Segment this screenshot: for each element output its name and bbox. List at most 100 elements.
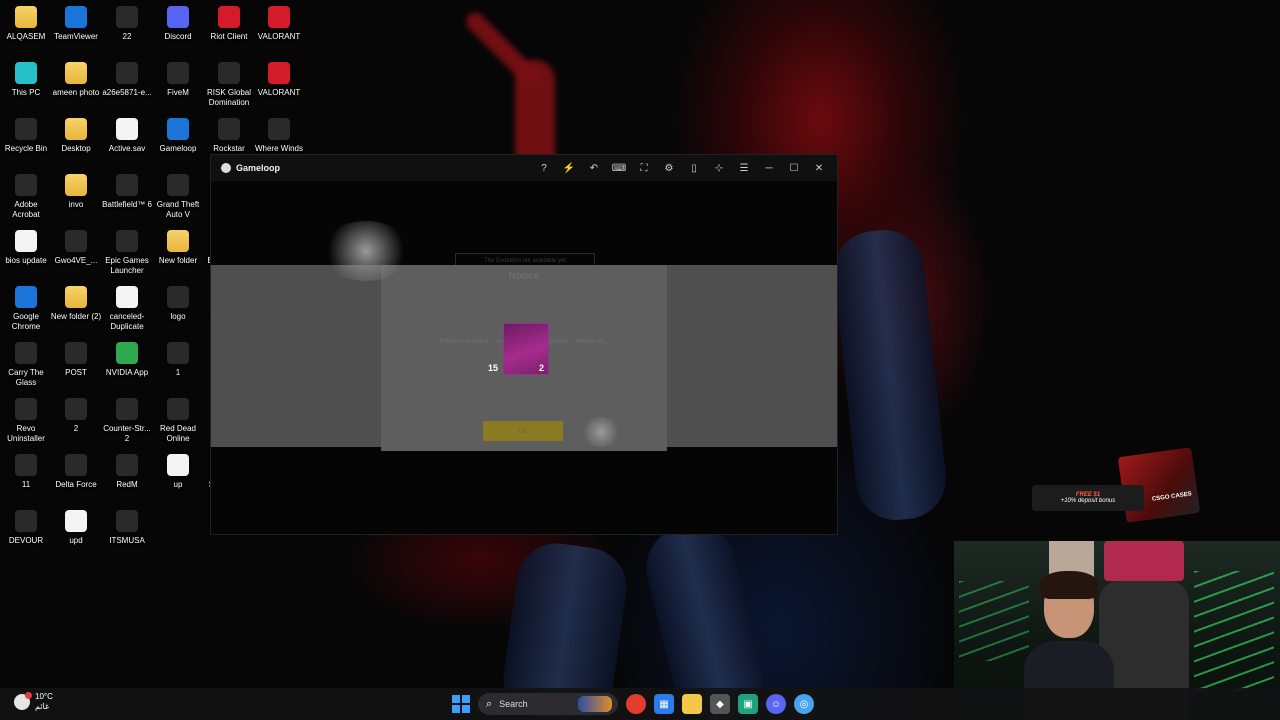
close-icon[interactable]: ✕ bbox=[811, 160, 827, 176]
desktop-icon[interactable]: invo bbox=[50, 168, 102, 210]
desktop-icon[interactable]: POST bbox=[50, 336, 102, 378]
desktop-icon[interactable]: ALQASEM bbox=[0, 0, 52, 42]
desktop-icon-label: FiveM bbox=[167, 88, 189, 97]
desktop-icon[interactable]: logo bbox=[152, 280, 204, 322]
desktop-icon[interactable]: Rockstar bbox=[203, 112, 255, 154]
desktop-icon-label: Grand Theft Auto V bbox=[156, 200, 200, 219]
desktop-icon[interactable]: a26e5871-e... bbox=[101, 56, 153, 98]
gameloop-content[interactable]: The Evolution not available yet Notice E… bbox=[211, 181, 837, 536]
desktop-icon[interactable]: Grand Theft Auto V bbox=[152, 168, 204, 220]
desktop-icon[interactable]: Google Chrome bbox=[0, 280, 52, 332]
chrome-icon[interactable] bbox=[626, 694, 646, 714]
ad-banner[interactable]: FREE $1 +10% deposit bonus CSGO CASES bbox=[1030, 447, 1201, 524]
minimize-icon[interactable]: ─ bbox=[761, 160, 777, 176]
desktop-icon[interactable]: RISK Global Domination bbox=[203, 56, 255, 108]
desktop-icon[interactable]: 2 bbox=[50, 392, 102, 434]
weather-icon bbox=[14, 692, 32, 710]
desktop-icon-label: Battlefield™ 6 bbox=[102, 200, 152, 209]
teamviewer-icon bbox=[65, 6, 87, 28]
desktop-icon[interactable]: Battlefield™ 6 bbox=[101, 168, 153, 210]
desktop-icon[interactable]: Revo Uninstaller bbox=[0, 392, 52, 444]
maximize-icon[interactable]: ☐ bbox=[786, 160, 802, 176]
image-icon bbox=[15, 454, 37, 476]
desktop-icon-label: Revo Uninstaller bbox=[7, 424, 45, 443]
desktop-icon[interactable]: New folder bbox=[152, 224, 204, 266]
desktop-icon[interactable]: Riot Client bbox=[203, 0, 255, 42]
desktop-icon[interactable]: Epic Games Launcher bbox=[101, 224, 153, 276]
notice-ok-button[interactable]: OK bbox=[483, 421, 563, 441]
desktop-icon[interactable]: New folder (2) bbox=[50, 280, 102, 322]
desktop-icon[interactable]: NVIDIA App bbox=[101, 336, 153, 378]
desktop-icon[interactable]: ITSMUSA bbox=[101, 504, 153, 546]
desktop-icon[interactable]: DEVOUR bbox=[0, 504, 52, 546]
menu-icon[interactable]: ☰ bbox=[736, 160, 752, 176]
desktop-icon[interactable]: TeamViewer bbox=[50, 0, 102, 42]
folder-icon bbox=[65, 62, 87, 84]
desktop-icon[interactable]: bios update bbox=[0, 224, 52, 266]
file-icon bbox=[15, 230, 37, 252]
desktop-icon[interactable]: Discord bbox=[152, 0, 204, 42]
desktop-icon[interactable]: Gwo4VE_... bbox=[50, 224, 102, 266]
desktop-icon[interactable]: Where Winds bbox=[253, 112, 305, 154]
desktop-icon[interactable]: 1 bbox=[152, 336, 204, 378]
keyboard-icon[interactable]: ⌨ bbox=[611, 160, 627, 176]
desktop-icon[interactable]: VALORANT bbox=[253, 56, 305, 98]
delta-force-icon bbox=[65, 454, 87, 476]
desktop-icon[interactable]: Active.sav bbox=[101, 112, 153, 154]
desktop-icon[interactable]: Carry The Glass bbox=[0, 336, 52, 388]
rockstar-icon bbox=[218, 118, 240, 140]
desktop-icon[interactable]: Recycle Bin bbox=[0, 112, 52, 154]
discord-taskbar-icon[interactable]: ☺ bbox=[766, 694, 786, 714]
file-explorer-icon[interactable] bbox=[682, 694, 702, 714]
desktop-icon[interactable]: ameen photo bbox=[50, 56, 102, 98]
image-icon bbox=[167, 342, 189, 364]
bolt-icon[interactable]: ⚡ bbox=[561, 160, 577, 176]
fullscreen-icon[interactable]: ⛶ bbox=[636, 160, 652, 176]
nvidia-icon bbox=[116, 342, 138, 364]
neon-sign bbox=[1104, 541, 1184, 581]
valorant-icon bbox=[268, 6, 290, 28]
desktop-icon-label: Riot Client bbox=[210, 32, 248, 41]
taskbar-search[interactable]: ⌕ Search bbox=[478, 693, 618, 715]
desktop-icon[interactable]: Adobe Acrobat bbox=[0, 168, 52, 220]
desktop-icon[interactable]: Red Dead Online bbox=[152, 392, 204, 444]
gameloop-window[interactable]: Gameloop ? ⚡ ↶ ⌨ ⛶ ⚙ ▯ ⊹ ☰ ─ ☐ ✕ The Evo… bbox=[210, 154, 838, 535]
desktop-icon-label: TeamViewer bbox=[54, 32, 98, 41]
desktop-icon[interactable]: upd bbox=[50, 504, 102, 546]
desktop-icon[interactable]: Desktop bbox=[50, 112, 102, 154]
desktop-icon-label: New folder bbox=[158, 256, 198, 265]
desktop-icon[interactable]: Gameloop bbox=[152, 112, 204, 154]
desktop-icon-label: Gwo4VE_... bbox=[54, 256, 98, 265]
gameloop-titlebar[interactable]: Gameloop ? ⚡ ↶ ⌨ ⛶ ⚙ ▯ ⊹ ☰ ─ ☐ ✕ bbox=[211, 155, 837, 181]
desktop-icon-label: VALORANT bbox=[257, 32, 301, 41]
desktop-icon[interactable]: This PC bbox=[0, 56, 52, 98]
desktop-icon[interactable]: Delta Force bbox=[50, 448, 102, 490]
help-icon[interactable]: ? bbox=[536, 160, 552, 176]
pin-icon[interactable]: ⊹ bbox=[711, 160, 727, 176]
desktop-icon[interactable]: RedM bbox=[101, 448, 153, 490]
game-icon bbox=[268, 118, 290, 140]
desktop-icon-label: Carry The Glass bbox=[8, 368, 44, 387]
desktop-icon-label: POST bbox=[65, 368, 87, 377]
search-icon: ⌕ bbox=[486, 697, 493, 710]
weather-widget[interactable]: 10°C غائم bbox=[14, 692, 53, 712]
desktop-icon[interactable]: 22 bbox=[101, 0, 153, 42]
file-icon bbox=[116, 286, 138, 308]
settings-icon[interactable]: ⚙ bbox=[661, 160, 677, 176]
gameloop-taskbar-icon[interactable]: ◆ bbox=[710, 694, 730, 714]
desktop-icon-label: Adobe Acrobat bbox=[12, 200, 40, 219]
desktop-icon[interactable]: FiveM bbox=[152, 56, 204, 98]
store-icon[interactable]: ▦ bbox=[654, 694, 674, 714]
desktop-icon[interactable]: Counter-Str... 2 bbox=[101, 392, 153, 444]
sidebar-icon[interactable]: ▯ bbox=[686, 160, 702, 176]
windows-start-icon[interactable] bbox=[452, 695, 470, 713]
desktop-icon-label: upd bbox=[69, 536, 83, 545]
desktop-icon[interactable]: VALORANT bbox=[253, 0, 305, 42]
desktop-icon[interactable]: 11 bbox=[0, 448, 52, 490]
back-icon[interactable]: ↶ bbox=[586, 160, 602, 176]
desktop-icon-label: RedM bbox=[116, 480, 138, 489]
desktop-icon[interactable]: canceled-Duplicate bbox=[101, 280, 153, 332]
streamlabs-taskbar-icon[interactable]: ▣ bbox=[738, 694, 758, 714]
gameloop-launcher-icon[interactable]: ◎ bbox=[794, 694, 814, 714]
desktop-icon[interactable]: up bbox=[152, 448, 204, 490]
